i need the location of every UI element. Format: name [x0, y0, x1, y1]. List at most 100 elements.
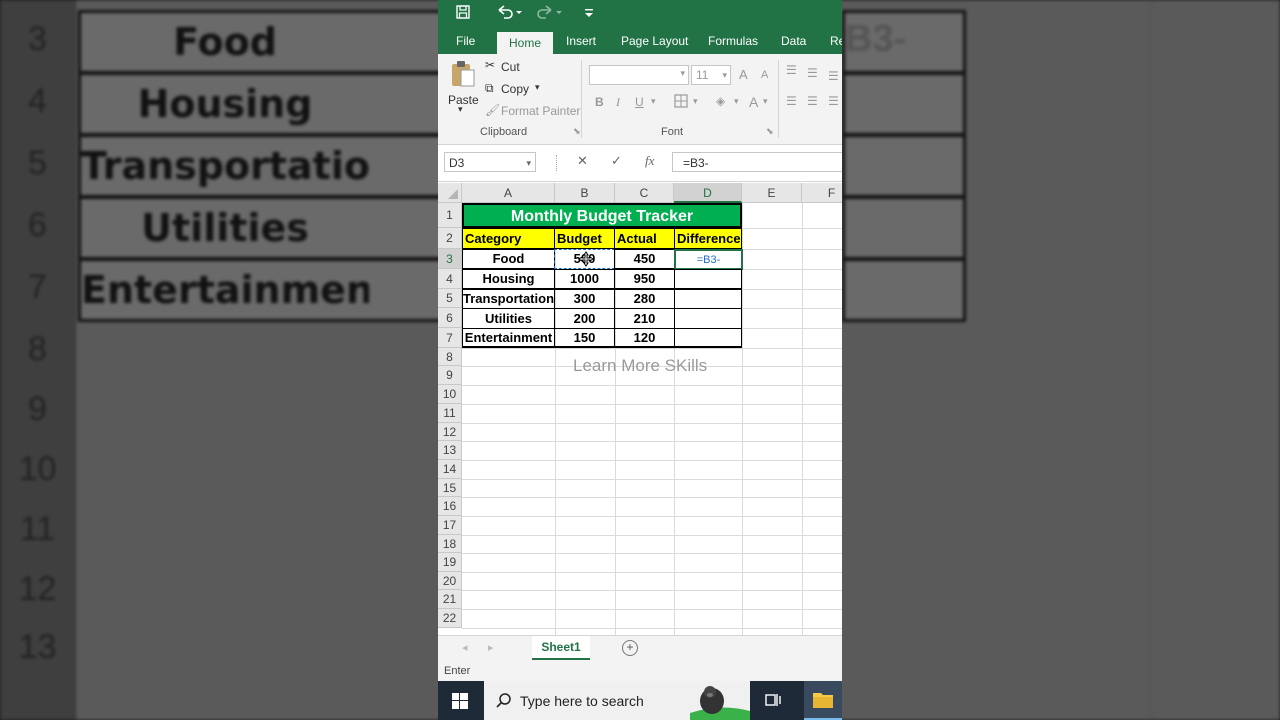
- align-left-icon[interactable]: ☰: [786, 94, 797, 108]
- fill-color-icon[interactable]: ◈: [716, 94, 725, 108]
- row-header[interactable]: 1: [438, 203, 462, 228]
- font-size-select[interactable]: 11 ▾: [691, 65, 731, 85]
- align-middle-icon[interactable]: ☰: [807, 66, 818, 80]
- cell-actual[interactable]: 450: [614, 249, 675, 269]
- align-center-icon[interactable]: ☰: [807, 94, 818, 108]
- tab-file[interactable]: File: [456, 34, 475, 48]
- cell-category[interactable]: Housing: [462, 269, 555, 289]
- tab-data[interactable]: Data: [781, 34, 806, 48]
- row-header[interactable]: 8: [438, 348, 462, 366]
- cell-category[interactable]: Entertainment: [462, 328, 555, 348]
- cut-button[interactable]: Cut: [501, 60, 520, 74]
- column-header-d[interactable]: D: [674, 183, 742, 203]
- font-color-button[interactable]: A: [749, 94, 758, 110]
- customize-icon[interactable]: [584, 5, 594, 23]
- paste-button[interactable]: Paste: [448, 93, 479, 107]
- file-explorer-icon[interactable]: [804, 681, 842, 720]
- align-right-icon[interactable]: ☰: [828, 94, 839, 108]
- italic-button[interactable]: I: [616, 95, 620, 110]
- row-header[interactable]: 16: [438, 497, 462, 516]
- column-header-b[interactable]: B: [555, 183, 615, 203]
- fill-dropdown-icon[interactable]: ▾: [734, 96, 739, 107]
- tab-formulas[interactable]: Formulas: [708, 34, 758, 48]
- taskbar-search-box[interactable]: Type here to search: [484, 681, 750, 720]
- cell-actual[interactable]: 210: [614, 308, 675, 329]
- cell-category[interactable]: Utilities: [462, 308, 555, 329]
- format-painter-button[interactable]: Format Painter: [501, 104, 580, 118]
- tab-review[interactable]: Re: [830, 34, 842, 48]
- cell-difference[interactable]: [674, 328, 742, 348]
- row-header[interactable]: 14: [438, 460, 462, 479]
- bold-button[interactable]: B: [595, 95, 604, 109]
- font-name-select[interactable]: ▾: [589, 65, 689, 85]
- column-header-a[interactable]: A: [462, 183, 555, 203]
- save-icon[interactable]: [456, 5, 470, 23]
- enter-icon[interactable]: ✓: [611, 153, 622, 169]
- cell-actual[interactable]: 950: [614, 269, 675, 289]
- copy-dropdown-icon[interactable]: ▾: [535, 82, 540, 93]
- row-header[interactable]: 9: [438, 366, 462, 385]
- cut-icon[interactable]: ✂: [485, 58, 495, 72]
- task-view-icon[interactable]: [764, 692, 782, 713]
- copy-button[interactable]: Copy: [501, 82, 529, 96]
- font-color-dropdown-icon[interactable]: ▾: [763, 96, 768, 107]
- borders-icon[interactable]: [674, 94, 688, 111]
- row-header[interactable]: 18: [438, 535, 462, 553]
- cell-budget[interactable]: 150: [554, 328, 615, 348]
- grow-font-button[interactable]: A: [739, 67, 748, 82]
- cell-difference[interactable]: [674, 269, 742, 289]
- row-header[interactable]: 21: [438, 590, 462, 609]
- clipboard-launcher-icon[interactable]: ⬊: [573, 126, 581, 137]
- cell-difference-active[interactable]: =B3-: [674, 249, 743, 270]
- tab-home[interactable]: Home: [497, 32, 554, 54]
- tab-page-layout[interactable]: Page Layout: [621, 34, 688, 48]
- tab-insert[interactable]: Insert: [566, 34, 596, 48]
- row-header[interactable]: 5: [438, 289, 462, 308]
- add-sheet-button[interactable]: +: [622, 640, 638, 656]
- scroll-left-icon[interactable]: ◂: [462, 641, 468, 654]
- table-title[interactable]: Monthly Budget Tracker: [462, 203, 742, 228]
- insert-function-icon[interactable]: fx: [645, 153, 654, 169]
- cell-difference[interactable]: [674, 308, 742, 329]
- row-header[interactable]: 6: [438, 308, 462, 328]
- row-header[interactable]: 2: [438, 228, 462, 249]
- copy-icon[interactable]: ⧉: [485, 81, 494, 96]
- cell-budget[interactable]: 300: [554, 289, 615, 309]
- row-header[interactable]: 4: [438, 269, 462, 289]
- scroll-right-icon[interactable]: ▸: [488, 641, 494, 654]
- row-header[interactable]: 12: [438, 423, 462, 441]
- header-category[interactable]: Category: [462, 228, 555, 249]
- select-all-button[interactable]: [438, 183, 462, 203]
- splitter[interactable]: [556, 155, 560, 171]
- cell-category[interactable]: Transportation: [462, 289, 555, 309]
- sheet-tab-sheet1[interactable]: Sheet1: [532, 636, 590, 660]
- underline-button[interactable]: U: [635, 95, 644, 109]
- undo-icon[interactable]: [496, 5, 522, 23]
- row-header[interactable]: 17: [438, 516, 462, 535]
- windows-start-icon[interactable]: [452, 693, 468, 714]
- row-header[interactable]: 19: [438, 553, 462, 572]
- header-budget[interactable]: Budget: [554, 228, 615, 249]
- underline-dropdown-icon[interactable]: ▾: [651, 96, 656, 107]
- column-header-e[interactable]: E: [742, 183, 802, 203]
- row-header[interactable]: 7: [438, 328, 462, 348]
- cell-actual[interactable]: 120: [614, 328, 675, 348]
- redo-icon[interactable]: [536, 5, 562, 23]
- cell-budget[interactable]: 1000: [554, 269, 615, 289]
- paste-icon[interactable]: [450, 60, 476, 93]
- cancel-icon[interactable]: ✕: [577, 153, 588, 169]
- align-top-icon[interactable]: ☰: [786, 63, 797, 77]
- cell-difference[interactable]: [674, 289, 742, 309]
- align-bottom-icon[interactable]: ☰: [828, 69, 839, 83]
- cell-actual[interactable]: 280: [614, 289, 675, 309]
- row-header[interactable]: 20: [438, 572, 462, 590]
- column-header-f[interactable]: F: [802, 183, 842, 203]
- column-header-c[interactable]: C: [615, 183, 674, 203]
- header-actual[interactable]: Actual: [614, 228, 675, 249]
- shrink-font-button[interactable]: A: [761, 69, 768, 81]
- cell-budget[interactable]: 200: [554, 308, 615, 329]
- formula-input[interactable]: =B3-: [672, 152, 842, 172]
- row-header[interactable]: 13: [438, 441, 462, 460]
- row-header[interactable]: 15: [438, 479, 462, 497]
- cell-category[interactable]: Food: [462, 249, 555, 269]
